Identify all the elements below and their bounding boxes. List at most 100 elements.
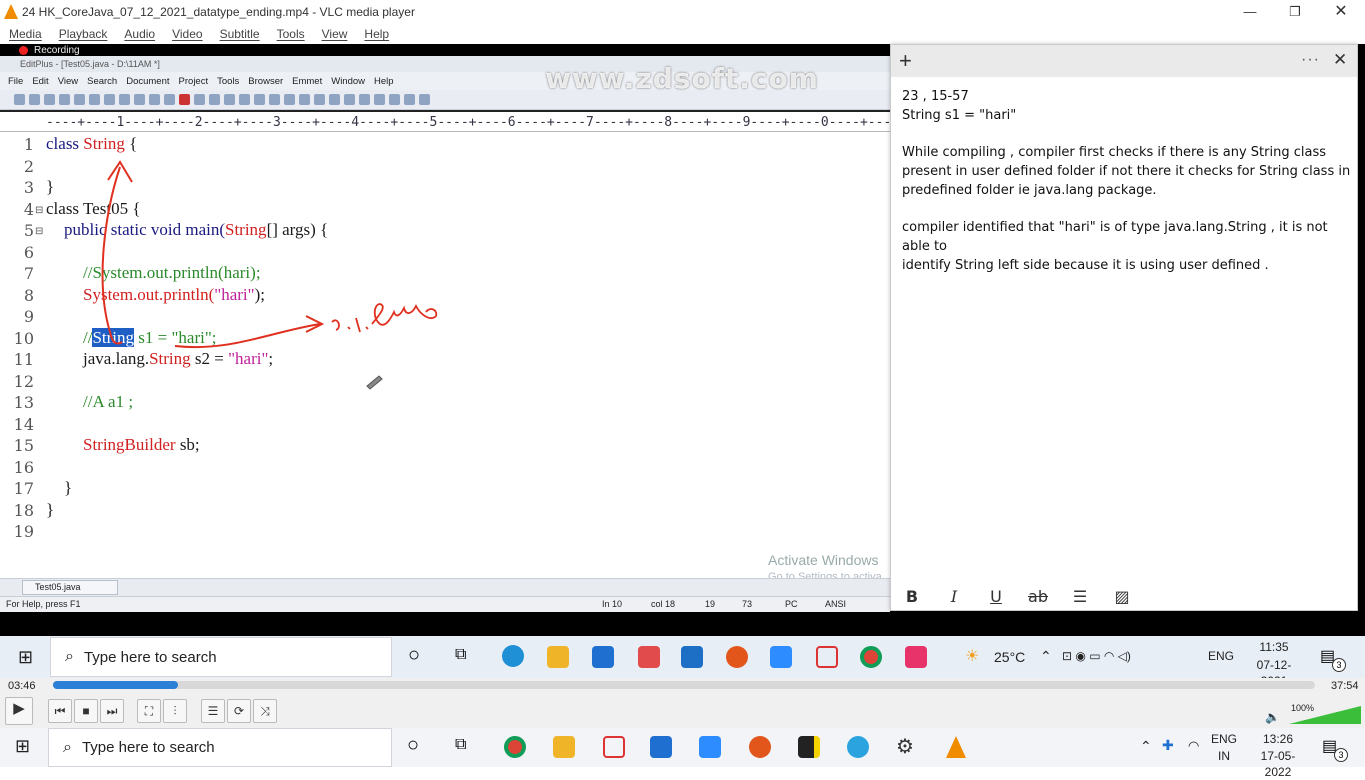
- ep-menu-browser[interactable]: Browser: [248, 76, 283, 87]
- snipping-icon[interactable]: [816, 646, 838, 668]
- zoom-icon[interactable]: [699, 736, 721, 758]
- clip-icon[interactable]: [404, 94, 415, 105]
- clock-date[interactable]: 17-05-2022: [1248, 748, 1308, 780]
- menu-view[interactable]: View: [322, 27, 348, 41]
- note-text[interactable]: 23 , 15-57 String s1 = "hari" While compi…: [902, 87, 1352, 293]
- ep-menu-document[interactable]: Document: [126, 76, 169, 87]
- meet-icon[interactable]: ✚: [1162, 737, 1174, 753]
- save-all-icon[interactable]: [59, 94, 70, 105]
- menu-dots-icon[interactable]: ···: [1301, 51, 1320, 69]
- italic-button[interactable]: I: [933, 587, 975, 606]
- extended-settings-button[interactable]: ⫶: [163, 699, 187, 723]
- tile-icon[interactable]: [374, 94, 385, 105]
- edge-icon[interactable]: [502, 645, 524, 667]
- cut-icon[interactable]: [134, 94, 145, 105]
- window-icon[interactable]: [359, 94, 370, 105]
- clock-time[interactable]: 11:35: [1244, 639, 1304, 655]
- weather-icon[interactable]: ☀: [965, 646, 979, 666]
- wordwrap-icon[interactable]: [299, 94, 310, 105]
- print-icon[interactable]: [74, 94, 85, 105]
- strikethrough-button[interactable]: ab: [1017, 587, 1059, 606]
- chrome-icon[interactable]: [504, 736, 526, 758]
- cortana-icon[interactable]: ○: [407, 734, 419, 757]
- search-box[interactable]: ⌕ Type here to search: [48, 728, 392, 767]
- elapsed-time[interactable]: 03:46: [8, 680, 36, 692]
- cascade-icon[interactable]: [389, 94, 400, 105]
- redo-icon[interactable]: [209, 94, 220, 105]
- loop-button[interactable]: ⟳: [227, 699, 251, 723]
- chrome-icon[interactable]: [860, 646, 882, 668]
- hex-icon[interactable]: [284, 94, 295, 105]
- seek-bar[interactable]: [53, 681, 1315, 689]
- ep-menu-window[interactable]: Window: [331, 76, 365, 87]
- lang-indicator[interactable]: ENG: [1210, 731, 1238, 747]
- new-file-icon[interactable]: [14, 94, 25, 105]
- next-button[interactable]: ⏭: [100, 699, 124, 723]
- recorder-icon[interactable]: [726, 646, 748, 668]
- undo-icon[interactable]: [194, 94, 205, 105]
- close-note-icon[interactable]: ✕: [1333, 50, 1347, 70]
- screenrec-icon[interactable]: [905, 646, 927, 668]
- fullscreen-button[interactable]: ⛶: [137, 699, 161, 723]
- snipping-icon[interactable]: [603, 736, 625, 758]
- paste-icon[interactable]: [164, 94, 175, 105]
- delete-icon[interactable]: [179, 94, 190, 105]
- menu-audio[interactable]: Audio: [124, 27, 155, 41]
- save-icon[interactable]: [44, 94, 55, 105]
- open-icon[interactable]: [29, 94, 40, 105]
- file-tab[interactable]: Test05.java: [22, 580, 118, 595]
- close-button[interactable]: ✕: [1318, 2, 1364, 22]
- wifi-icon[interactable]: ◠: [1188, 738, 1199, 754]
- playlist-button[interactable]: ☰: [201, 699, 225, 723]
- find-icon[interactable]: [224, 94, 235, 105]
- menu-media[interactable]: Media: [9, 27, 42, 41]
- lang-indicator[interactable]: ENG: [1208, 648, 1234, 664]
- mail-icon[interactable]: [681, 646, 703, 668]
- ep-menu-search[interactable]: Search: [87, 76, 117, 87]
- insert-image-icon[interactable]: ▨: [1101, 587, 1143, 606]
- menu-help[interactable]: Help: [364, 27, 389, 41]
- ep-menu-view[interactable]: View: [58, 76, 78, 87]
- weather-temp[interactable]: 25°C: [994, 649, 1025, 665]
- ep-menu-tools[interactable]: Tools: [217, 76, 239, 87]
- sticky-notes-icon[interactable]: [798, 736, 820, 758]
- previous-button[interactable]: ⏮: [48, 699, 72, 723]
- ruler-icon[interactable]: [314, 94, 325, 105]
- recorder-icon[interactable]: [749, 736, 771, 758]
- font-icon[interactable]: [269, 94, 280, 105]
- total-time[interactable]: 37:54: [1331, 680, 1359, 692]
- task-view-icon[interactable]: ⧉: [455, 646, 466, 664]
- bold-button[interactable]: B: [891, 587, 933, 606]
- tray-icons[interactable]: ⊡ ◉ ▭ ◠ ◁): [1062, 648, 1131, 664]
- menu-video[interactable]: Video: [172, 27, 202, 41]
- restore-button[interactable]: ❐: [1272, 2, 1318, 22]
- lang-region[interactable]: IN: [1210, 748, 1238, 764]
- gift-icon[interactable]: [638, 646, 660, 668]
- recorded-search-box[interactable]: ⌕ Type here to search: [50, 637, 392, 677]
- replace-icon[interactable]: [239, 94, 250, 105]
- clock-time[interactable]: 13:26: [1248, 731, 1308, 747]
- add-note-icon[interactable]: +: [899, 48, 912, 74]
- ep-menu-project[interactable]: Project: [179, 76, 209, 87]
- zoom-icon[interactable]: [770, 646, 792, 668]
- minimize-button[interactable]: —: [1227, 2, 1273, 22]
- linenum-icon[interactable]: [329, 94, 340, 105]
- tray-chevron-icon[interactable]: ⌃: [1140, 738, 1152, 754]
- ep-menu-edit[interactable]: Edit: [32, 76, 48, 87]
- spell-icon[interactable]: [104, 94, 115, 105]
- settings-icon[interactable]: [344, 94, 355, 105]
- volume-slider[interactable]: [1289, 706, 1361, 724]
- check-icon[interactable]: [419, 94, 430, 105]
- copy-icon[interactable]: [149, 94, 160, 105]
- windows-start-icon[interactable]: ⊞: [18, 647, 33, 668]
- shuffle-button[interactable]: ⤨: [253, 699, 277, 723]
- ep-menu-file[interactable]: File: [8, 76, 23, 87]
- task-view-icon[interactable]: ⧉: [455, 736, 466, 754]
- code-editor[interactable]: 1 2 3 4 5 6 7 8 9 10 11 12 13 14 15 16 1…: [0, 132, 890, 578]
- telegram-icon[interactable]: [847, 736, 869, 758]
- ep-menu-emmet[interactable]: Emmet: [292, 76, 322, 87]
- windows-start-icon[interactable]: ⊞: [15, 736, 30, 757]
- file-explorer-icon[interactable]: [553, 736, 575, 758]
- tray-chevron-icon[interactable]: ⌃: [1040, 648, 1052, 664]
- settings-gear-icon[interactable]: ⚙: [896, 734, 914, 759]
